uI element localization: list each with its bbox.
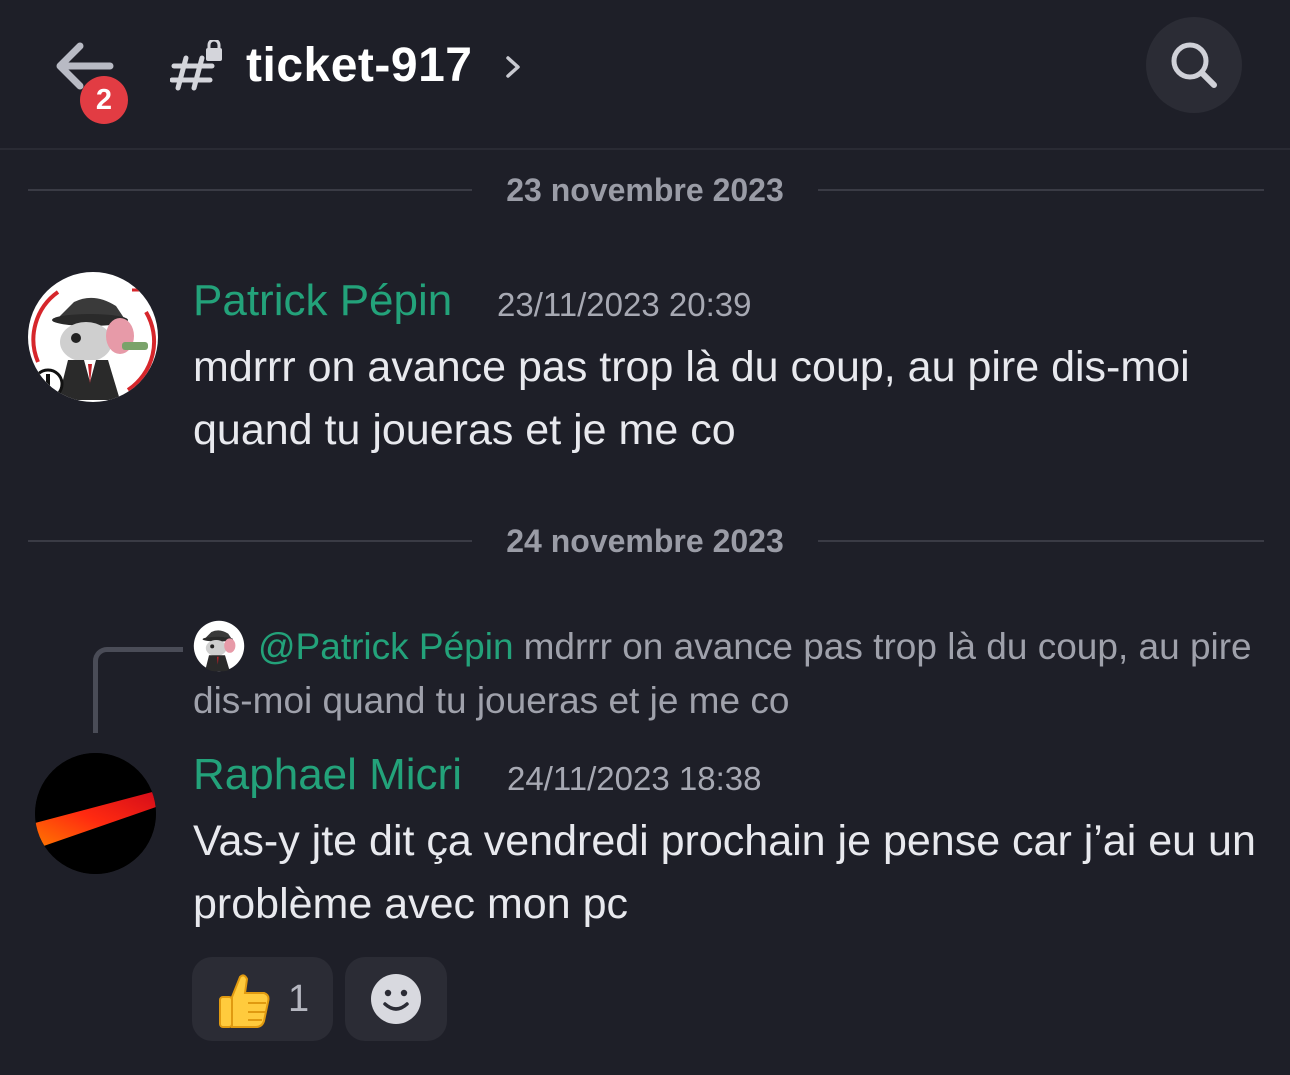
message-text: Vas-y jte dit ça vendredi prochain je pe…	[193, 817, 1256, 928]
divider-line	[818, 189, 1264, 191]
rat-gangster-avatar-icon	[30, 274, 157, 400]
reaction-thumbs-up[interactable]: 1	[192, 957, 333, 1041]
rat-gangster-avatar-icon	[193, 620, 245, 672]
message-author[interactable]: Raphael Micri	[193, 748, 462, 802]
reply-mention[interactable]: @Patrick Pépin	[258, 626, 514, 667]
chat-screen: 2 ticket-917 23 novembre 2023 Patrick Pé…	[0, 0, 1290, 1075]
thumbs-up-icon	[219, 974, 270, 1028]
private-channel-icon	[170, 40, 222, 91]
search-button[interactable]	[1146, 17, 1242, 113]
reply-avatar[interactable]	[193, 620, 245, 672]
divider-line	[28, 540, 472, 542]
date-divider: 23 novembre 2023	[28, 170, 1264, 210]
red-stripe-avatar-icon	[35, 753, 156, 874]
date-divider: 24 novembre 2023	[28, 521, 1264, 561]
reply-connector	[93, 647, 183, 733]
avatar[interactable]	[28, 272, 158, 402]
reply-preview[interactable]: @Patrick Pépin mdrrr on avance pas trop l…	[193, 620, 1253, 728]
chevron-right-icon[interactable]	[502, 52, 524, 82]
search-icon	[1171, 42, 1217, 88]
message-timestamp: 24/11/2023 18:38	[507, 760, 762, 797]
divider-line	[818, 540, 1264, 542]
reaction-count: 1	[288, 978, 310, 1020]
unread-badge: 2	[80, 76, 128, 124]
channel-name[interactable]: ticket-917	[246, 36, 472, 96]
add-reaction-button[interactable]	[345, 957, 447, 1041]
message-timestamp: 23/11/2023 20:39	[497, 286, 752, 323]
channel-header: 2 ticket-917	[0, 0, 1290, 150]
smiley-icon	[371, 974, 421, 1024]
divider-date: 23 novembre 2023	[506, 172, 784, 208]
avatar[interactable]	[35, 753, 156, 874]
divider-date: 24 novembre 2023	[506, 523, 784, 559]
message-author[interactable]: Patrick Pépin	[193, 274, 452, 328]
message-text: mdrrr on avance pas trop là du coup, au …	[193, 343, 1190, 454]
divider-line	[28, 189, 472, 191]
